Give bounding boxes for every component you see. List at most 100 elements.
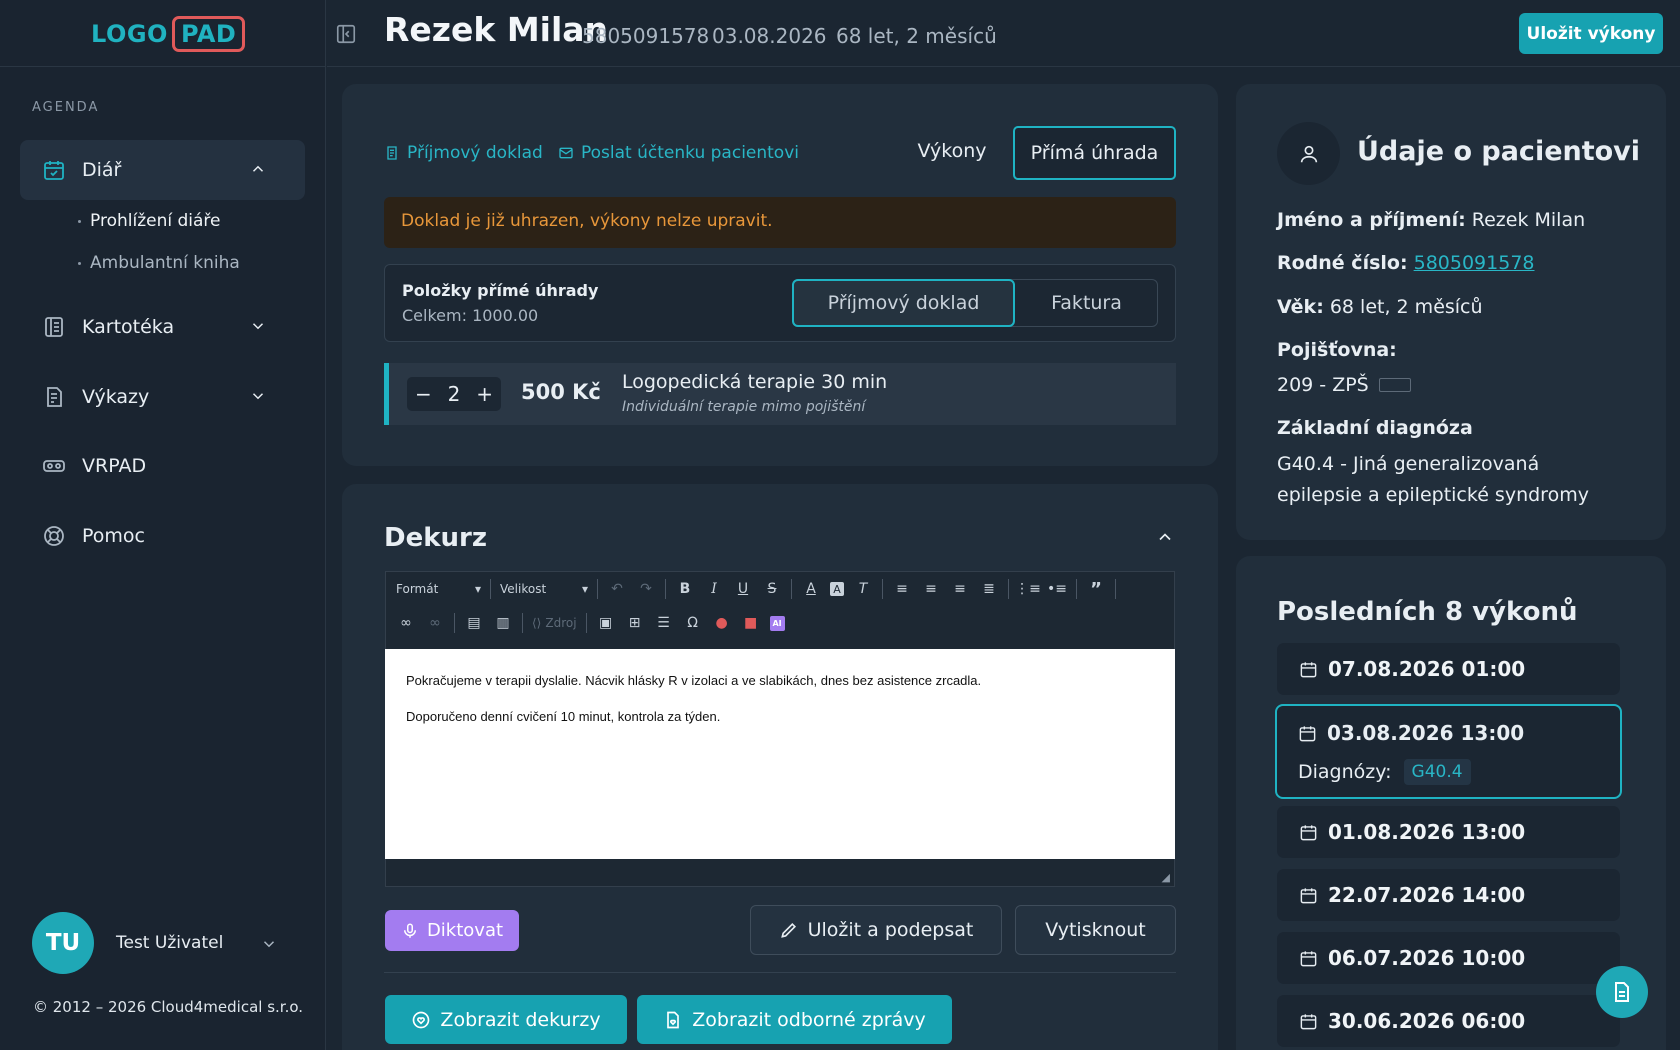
- tab-services[interactable]: Výkony: [902, 128, 1002, 174]
- calendar-icon: [1300, 1013, 1317, 1029]
- book-icon: [45, 317, 63, 337]
- image-icon[interactable]: ▣: [596, 613, 616, 633]
- size-select[interactable]: Velikost ▾: [500, 582, 588, 596]
- sidebar-section-title: AGENDA: [32, 100, 100, 115]
- align-center-icon[interactable]: ≡: [921, 579, 941, 599]
- visit-item[interactable]: 30.06.2026 06:00: [1277, 995, 1620, 1047]
- diagnosis-badge[interactable]: G40.4: [1403, 759, 1471, 785]
- size-label: Velikost: [500, 582, 547, 596]
- sidebar-item-vykazy[interactable]: Výkazy: [20, 367, 305, 427]
- horizontal-rule-icon[interactable]: ☰: [654, 613, 674, 633]
- resize-handle-icon[interactable]: ◢: [1162, 871, 1170, 884]
- ai-icon[interactable]: AI: [769, 615, 785, 631]
- strikethrough-icon[interactable]: S: [762, 579, 782, 599]
- bulleted-list-icon[interactable]: •≡: [1047, 579, 1067, 599]
- numbered-list-icon[interactable]: ⋮≡: [1015, 579, 1041, 599]
- sidebar-item-vrpad[interactable]: VRPAD: [20, 436, 305, 496]
- unlink-icon[interactable]: ∞: [425, 613, 445, 633]
- avatar[interactable]: TU: [32, 912, 94, 974]
- bullet-icon: [78, 261, 81, 265]
- paste-text-icon[interactable]: ▥: [493, 613, 513, 633]
- chevron-down-icon: [252, 393, 264, 400]
- save-and-sign-button[interactable]: Uložit a podepsat: [750, 905, 1002, 955]
- print-button[interactable]: Vytisknout: [1015, 905, 1176, 955]
- sidebar-item-diar[interactable]: Diář: [20, 140, 305, 200]
- receipt-link[interactable]: Příjmový doklad: [384, 143, 543, 163]
- floating-document-button[interactable]: [1596, 966, 1648, 1018]
- align-justify-icon[interactable]: ≣: [979, 579, 999, 599]
- link-icon[interactable]: ∞: [396, 613, 416, 633]
- align-left-icon[interactable]: ≡: [892, 579, 912, 599]
- bookmark-icon[interactable]: ■: [741, 613, 761, 633]
- payment-item-row: − 2 + 500 Kč Logopedická terapie 30 min …: [384, 363, 1176, 425]
- plus-button[interactable]: +: [476, 382, 493, 406]
- save-services-button[interactable]: Uložit výkony: [1519, 13, 1663, 54]
- calendar-icon: [1300, 661, 1317, 677]
- diagnosis-label: Základní diagnóza: [1277, 417, 1473, 439]
- redo-icon[interactable]: ↷: [636, 579, 656, 599]
- comment-icon[interactable]: ●: [712, 613, 732, 633]
- mail-icon: [559, 147, 573, 159]
- source-button[interactable]: ⟨⟩ Zdroj: [532, 616, 577, 630]
- undo-icon[interactable]: ↶: [607, 579, 627, 599]
- separator: [522, 613, 523, 633]
- chevron-down-icon[interactable]: [260, 935, 278, 953]
- visit-item[interactable]: 22.07.2026 14:00: [1277, 869, 1620, 921]
- bullet-icon: [78, 219, 81, 223]
- visit-date-row: 03.08.2026 13:00: [1298, 721, 1524, 745]
- sidebar-item-label: VRPAD: [82, 455, 147, 477]
- visit-item[interactable]: 01.08.2026 13:00: [1277, 806, 1620, 858]
- items-title: Položky přímé úhrady: [402, 281, 599, 300]
- logo-left: LOGO: [91, 20, 168, 48]
- sidebar-subitem-prohlizeni[interactable]: Prohlížení diáře: [78, 211, 220, 231]
- patient-avatar: [1277, 122, 1340, 185]
- visit-diagnoses-row: Diagnózy: G40.4: [1298, 759, 1471, 785]
- segment-receipt[interactable]: Příjmový doklad: [792, 279, 1015, 327]
- user-name[interactable]: Test Uživatel: [116, 933, 223, 953]
- paste-icon[interactable]: ▤: [464, 613, 484, 633]
- separator: [597, 579, 598, 599]
- logo[interactable]: LOGO PAD: [91, 13, 246, 55]
- align-right-icon[interactable]: ≡: [950, 579, 970, 599]
- diagnosis-line: epilepsie a epileptické syndromy: [1277, 484, 1589, 506]
- visit-item[interactable]: 07.08.2026 01:00: [1277, 643, 1620, 695]
- toolbar-row-1: Formát ▾ Velikost ▾ ↶ ↷ B I U S A A T ≡ ≡ …: [386, 572, 1174, 606]
- dictate-button[interactable]: Diktovat: [385, 910, 519, 951]
- visit-date: 22.07.2026 14:00: [1328, 883, 1526, 907]
- send-receipt-link[interactable]: Poslat účtenku pacientovi: [558, 143, 799, 163]
- minus-button[interactable]: −: [415, 382, 432, 406]
- italic-icon[interactable]: I: [704, 579, 724, 599]
- sidebar-item-kartoteka[interactable]: Kartotéka: [20, 297, 305, 357]
- show-dekurzy-button[interactable]: Zobrazit dekurzy: [385, 995, 627, 1044]
- quantity-value[interactable]: 2: [448, 382, 461, 406]
- separator: [1008, 579, 1009, 599]
- show-reports-label: Zobrazit odborné zprávy: [692, 1008, 926, 1031]
- sidebar-toggle-icon[interactable]: [335, 23, 357, 45]
- segment-invoice[interactable]: Faktura: [1015, 280, 1158, 326]
- format-select[interactable]: Formát ▾: [396, 582, 481, 596]
- blockquote-icon[interactable]: ”: [1086, 579, 1106, 600]
- rc-link[interactable]: 5805091578: [1414, 252, 1535, 274]
- copyright: © 2012 – 2026 Cloud4medical s.r.o.: [33, 998, 304, 1016]
- remove-format-icon[interactable]: T: [853, 579, 873, 599]
- dekurz-editor[interactable]: Pokračujeme v terapii dyslalie. Nácvik h…: [385, 649, 1175, 859]
- visit-item-selected[interactable]: 03.08.2026 13:00 Diagnózy: G40.4: [1275, 704, 1622, 799]
- chevron-up-icon[interactable]: [1155, 527, 1175, 547]
- show-reports-button[interactable]: Zobrazit odborné zprávy: [637, 995, 952, 1044]
- item-price: 500 Kč: [521, 380, 601, 404]
- background-color-icon[interactable]: A: [830, 582, 844, 596]
- tab-direct-payment[interactable]: Přímá úhrada: [1013, 126, 1176, 180]
- underline-icon[interactable]: U: [733, 579, 753, 599]
- sidebar-item-pomoc[interactable]: Pomoc: [20, 506, 305, 566]
- sidebar-subitem-ambulantni-kniha[interactable]: Ambulantní kniha: [78, 253, 240, 273]
- text-color-icon[interactable]: A: [801, 579, 821, 599]
- table-icon[interactable]: ⊞: [625, 613, 645, 633]
- patient-info-title: Údaje o pacientovi: [1357, 136, 1641, 167]
- separator: [454, 613, 455, 633]
- visit-date: 06.07.2026 10:00: [1328, 946, 1526, 970]
- insurance-card-icon: [1378, 378, 1411, 392]
- bold-icon[interactable]: B: [675, 579, 695, 599]
- special-char-icon[interactable]: Ω: [683, 613, 703, 633]
- visit-item[interactable]: 06.07.2026 10:00: [1277, 932, 1620, 984]
- document-type-toggle: Příjmový doklad Faktura: [792, 279, 1158, 327]
